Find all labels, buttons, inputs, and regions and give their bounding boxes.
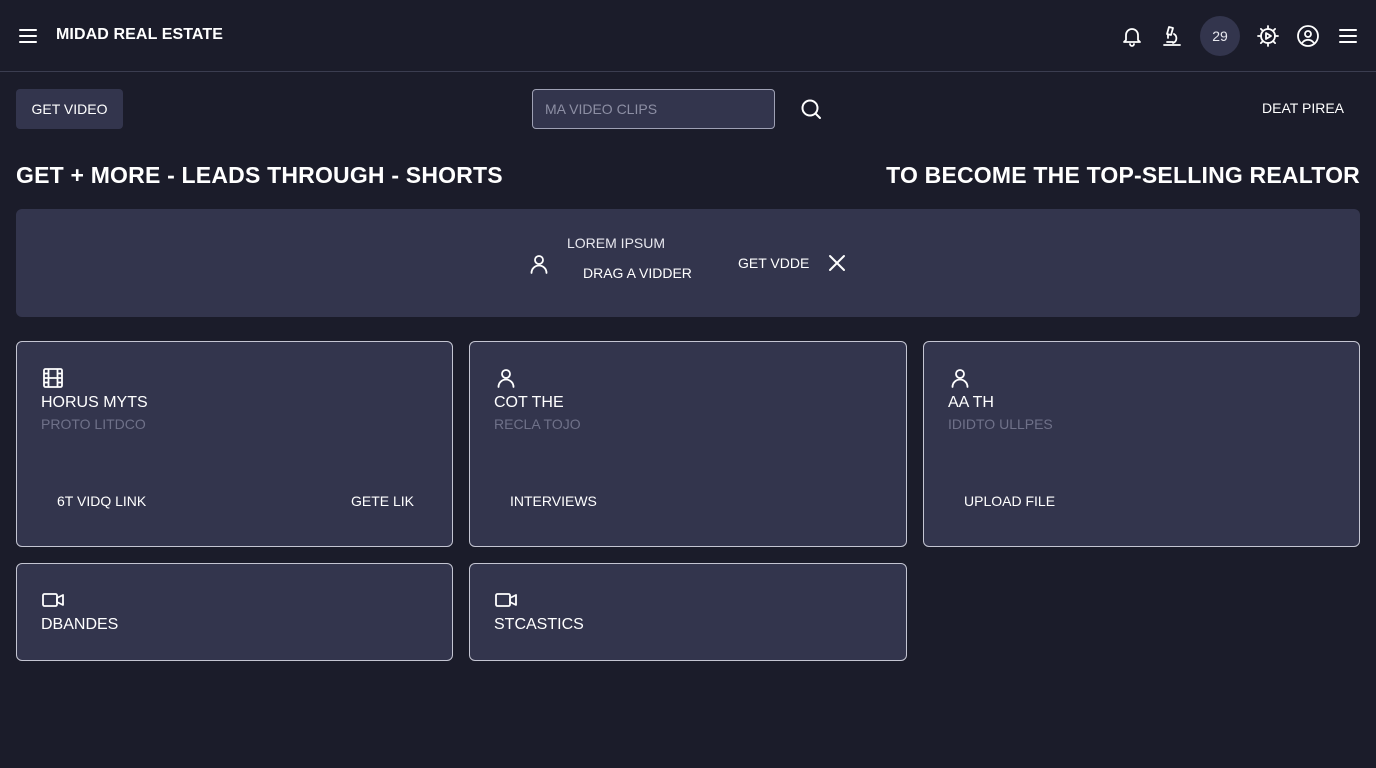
video-search-input[interactable] [532, 89, 775, 129]
card-title: COT THE [494, 394, 564, 411]
headline-left: GET + MORE - LEADS THROUGH - SHORTS [16, 162, 503, 188]
get-link-button[interactable]: GETE LIK [351, 493, 414, 509]
film-icon [41, 366, 65, 390]
search-icon[interactable] [799, 97, 823, 121]
bell-icon[interactable] [1120, 24, 1144, 48]
card-title: HORUS MYTS [41, 394, 148, 411]
user-icon [527, 252, 551, 276]
card-horus-myts[interactable]: HORUS MYTS PROTO LITDCO 6T VIDQ LINK GET… [16, 341, 453, 547]
card-title: STCASTICS [494, 616, 584, 633]
menu-icon[interactable] [16, 24, 40, 48]
brand-title: MIDAD REAL ESTATE [56, 26, 224, 43]
upload-file-button[interactable]: UPLOAD FILE [964, 493, 1055, 509]
card-title: AA TH [948, 394, 994, 411]
get-video-banner-button[interactable]: GET VDDE [738, 255, 809, 271]
user-circle-icon[interactable] [1296, 24, 1320, 48]
card-subtitle: PROTO LITDCO [41, 416, 146, 432]
card-title: DBANDES [41, 616, 119, 633]
get-video-link-button[interactable]: 6T VIDQ LINK [57, 493, 146, 509]
card-stcastics[interactable]: STCASTICS [469, 563, 907, 661]
card-cot-the[interactable]: COT THE RECLA TOJO INTERVIEWS [469, 341, 907, 547]
banner-title: LOREM IPSUM [567, 235, 666, 251]
video-camera-icon [494, 588, 518, 612]
video-camera-icon [41, 588, 65, 612]
top-bar: MIDAD REAL ESTATE 29 [0, 0, 1376, 72]
drag-video-button[interactable]: DRAG A VIDDER [583, 265, 692, 281]
card-aa-th[interactable]: AA TH IDIDTO ULLPES UPLOAD FILE [923, 341, 1360, 547]
card-subtitle: IDIDTO ULLPES [948, 416, 1053, 432]
user-icon [494, 366, 518, 390]
gear-icon[interactable] [1256, 24, 1280, 48]
more-menu-icon[interactable] [1336, 24, 1360, 48]
get-video-button[interactable]: GET VIDEO [16, 89, 123, 129]
upload-banner: LOREM IPSUM DRAG A VIDDER GET VDDE [16, 209, 1360, 317]
card-dbandes[interactable]: DBANDES [16, 563, 453, 661]
notification-count-badge[interactable]: 29 [1200, 16, 1240, 56]
card-subtitle: RECLA TOJO [494, 416, 581, 432]
interviews-button[interactable]: INTERVIEWS [510, 493, 597, 509]
close-icon[interactable] [825, 251, 849, 275]
user-icon [948, 366, 972, 390]
deat-pirea-link[interactable]: DEAT PIREA [1262, 100, 1344, 116]
microscope-icon[interactable] [1160, 24, 1184, 48]
headline-right: TO BECOME THE TOP-SELLING REALTOR [886, 162, 1360, 188]
